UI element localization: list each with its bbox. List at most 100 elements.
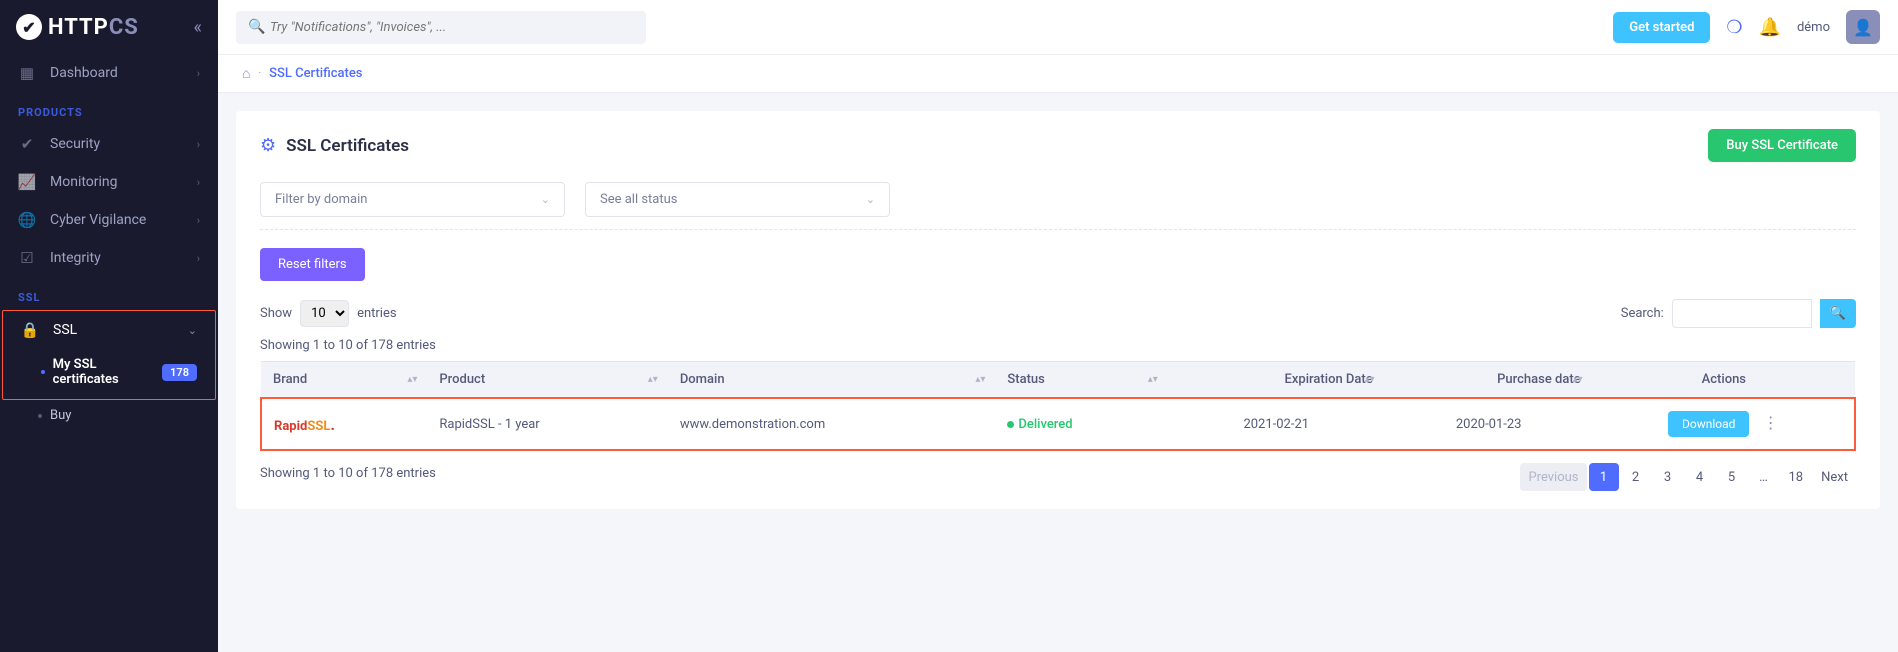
- chevron-right-icon: ›: [197, 252, 200, 265]
- section-ssl: SSL: [0, 277, 218, 310]
- ssl-card: ⚙ SSL Certificates Buy SSL Certificate F…: [236, 111, 1880, 509]
- username: démo: [1797, 20, 1830, 35]
- page-title: SSL Certificates: [286, 136, 409, 156]
- table-search-input[interactable]: [1672, 299, 1812, 328]
- col-product[interactable]: Product▴▾: [427, 362, 667, 399]
- avatar[interactable]: 👤: [1846, 10, 1880, 44]
- page-2[interactable]: 2: [1621, 463, 1651, 491]
- page-next[interactable]: Next: [1813, 463, 1856, 491]
- page-1[interactable]: 1: [1589, 463, 1619, 491]
- globe-icon: 🌐: [18, 211, 36, 229]
- page-5[interactable]: 5: [1717, 463, 1747, 491]
- cell-expiration: 2021-02-21: [1168, 398, 1385, 450]
- col-purchase[interactable]: Purchase date▴▾: [1385, 362, 1593, 399]
- brand-logo: RapidSSL.: [274, 419, 335, 434]
- show-label: Show: [260, 306, 292, 321]
- sidebar-sub-buy[interactable]: Buy: [0, 400, 218, 431]
- table-footer: Showing 1 to 10 of 178 entries Previous …: [260, 463, 1856, 491]
- nav-label: Monitoring: [50, 174, 118, 190]
- cell-purchase: 2020-01-23: [1385, 398, 1593, 450]
- chevron-right-icon: ›: [197, 67, 200, 80]
- check-circle-icon: ✔: [18, 135, 36, 153]
- table-search: Search: 🔍: [1621, 299, 1856, 328]
- sort-icon: ▴▾: [648, 376, 658, 384]
- collapse-sidebar-icon[interactable]: «: [194, 17, 202, 38]
- page-18[interactable]: 18: [1781, 463, 1812, 491]
- logo-mark-icon: ✔: [16, 14, 42, 40]
- breadcrumb: ⌂ · SSL Certificates: [218, 55, 1898, 93]
- sidebar-item-cyber-vigilance[interactable]: 🌐 Cyber Vigilance ›: [0, 201, 218, 239]
- col-domain[interactable]: Domain▴▾: [668, 362, 996, 399]
- lock-icon: 🔒: [21, 321, 39, 339]
- chevron-right-icon: ›: [197, 176, 200, 189]
- get-started-button[interactable]: Get started: [1613, 12, 1710, 43]
- nav-label: SSL: [53, 322, 77, 338]
- status-dot-icon: [1007, 421, 1014, 428]
- chevron-down-icon: ⌄: [866, 193, 875, 206]
- cell-product: RapidSSL - 1 year: [427, 398, 667, 450]
- dot-icon: [38, 414, 42, 418]
- sort-icon: ▴▾: [1148, 376, 1158, 384]
- download-button[interactable]: Download: [1668, 411, 1749, 437]
- shield-icon: ☑: [18, 249, 36, 267]
- buy-ssl-button[interactable]: Buy SSL Certificate: [1708, 129, 1856, 162]
- sidebar-item-monitoring[interactable]: 📈 Monitoring ›: [0, 163, 218, 201]
- table-search-button[interactable]: 🔍: [1820, 299, 1856, 328]
- breadcrumb-current[interactable]: SSL Certificates: [269, 66, 362, 81]
- col-actions: Actions: [1593, 362, 1855, 399]
- col-expiration[interactable]: Expiration Date▴▾: [1168, 362, 1385, 399]
- col-brand[interactable]: Brand▴▾: [261, 362, 427, 399]
- filter-status-select[interactable]: See all status ⌄: [585, 182, 890, 217]
- help-icon[interactable]: ❍: [1726, 17, 1742, 38]
- table-info-top: Showing 1 to 10 of 178 entries: [260, 338, 1856, 353]
- sort-icon: ▴▾: [1573, 376, 1583, 384]
- sidebar-item-integrity[interactable]: ☑ Integrity ›: [0, 239, 218, 277]
- nav-label: Cyber Vigilance: [50, 212, 146, 228]
- cell-status: Delivered: [995, 398, 1167, 450]
- table-info-bottom: Showing 1 to 10 of 178 entries: [260, 466, 436, 481]
- divider: [260, 229, 1856, 230]
- dot-icon: [41, 370, 45, 374]
- sort-icon: ▴▾: [1365, 376, 1375, 384]
- entries-select[interactable]: 10: [300, 300, 349, 327]
- select-label: Filter by domain: [275, 192, 367, 207]
- sub-label: Buy: [50, 408, 71, 423]
- sidebar-sub-my-certificates[interactable]: My SSL certificates 178: [3, 349, 215, 395]
- bell-icon[interactable]: 🔔: [1759, 17, 1781, 38]
- home-icon[interactable]: ⌂: [242, 65, 250, 82]
- count-badge: 178: [162, 364, 197, 381]
- chevron-down-icon: ⌄: [188, 324, 197, 337]
- cell-domain: www.demonstration.com: [668, 398, 996, 450]
- page-previous[interactable]: Previous: [1520, 463, 1586, 491]
- select-label: See all status: [600, 192, 678, 207]
- page-3[interactable]: 3: [1653, 463, 1683, 491]
- chevron-right-icon: ›: [197, 138, 200, 151]
- entries-label: entries: [357, 306, 397, 321]
- page-4[interactable]: 4: [1685, 463, 1715, 491]
- nav-label: Integrity: [50, 250, 101, 266]
- search-label: Search:: [1621, 306, 1664, 321]
- show-entries: Show 10 entries: [260, 300, 397, 327]
- sort-icon: ▴▾: [407, 376, 417, 384]
- filter-domain-select[interactable]: Filter by domain ⌄: [260, 182, 565, 217]
- sidebar-item-security[interactable]: ✔ Security ›: [0, 125, 218, 163]
- sitemap-icon: ⚙: [260, 135, 276, 156]
- cell-actions: Download ⋮: [1593, 398, 1855, 450]
- global-search: 🔍: [236, 11, 646, 44]
- search-input[interactable]: [236, 11, 646, 44]
- chevron-down-icon: ⌄: [541, 193, 550, 206]
- grid-icon: ▦: [18, 64, 36, 82]
- breadcrumb-sep: ·: [258, 68, 261, 79]
- search-icon: 🔍: [248, 19, 265, 35]
- logo[interactable]: ✔ HTTPCS «: [0, 0, 218, 54]
- main: 🔍 Get started ❍ 🔔 démo 👤 ⌂ · SSL Certifi…: [218, 0, 1898, 652]
- reset-filters-button[interactable]: Reset filters: [260, 248, 365, 281]
- section-products: PRODUCTS: [0, 92, 218, 125]
- logo-text: HTTPCS: [48, 15, 139, 40]
- sidebar-item-ssl[interactable]: 🔒 SSL ⌄: [3, 311, 215, 349]
- table-controls: Show 10 entries Search: 🔍: [260, 299, 1856, 328]
- kebab-menu-icon[interactable]: ⋮: [1763, 413, 1779, 432]
- col-status[interactable]: Status▴▾: [995, 362, 1167, 399]
- sidebar-item-dashboard[interactable]: ▦ Dashboard ›: [0, 54, 218, 92]
- topbar-right: Get started ❍ 🔔 démo 👤: [1613, 10, 1880, 44]
